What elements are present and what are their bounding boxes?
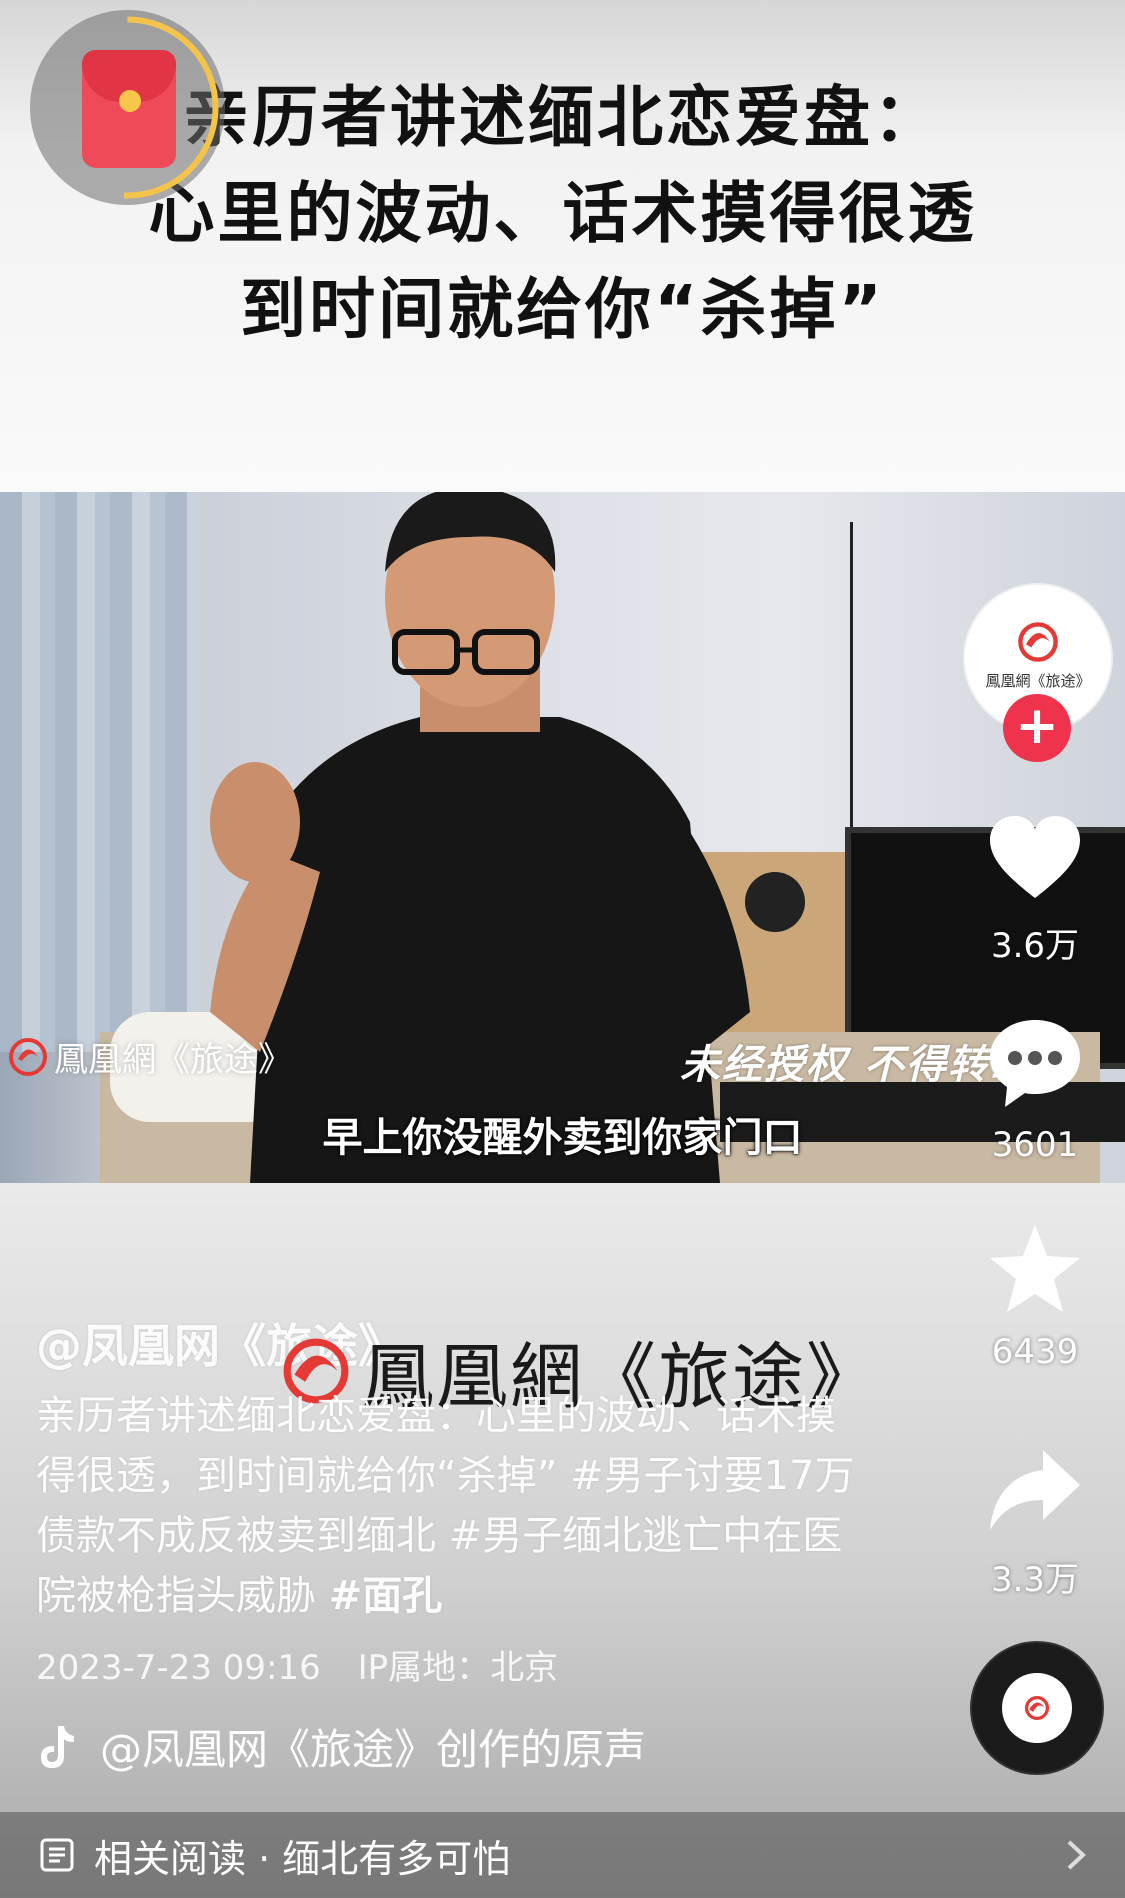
favorite-star-icon[interactable] (985, 1220, 1085, 1320)
like-count: 3.6万 (990, 926, 1080, 966)
video-subtitle: 早上你没醒外卖到你家门口 (322, 1114, 803, 1161)
music-info[interactable]: @凤凰网《旅途》创作的原声 (36, 1716, 646, 1777)
comment-icon[interactable] (985, 1012, 1085, 1112)
headline-line-3: 到时间就给你“杀掉” (240, 271, 885, 348)
like-heart-icon[interactable] (985, 810, 1085, 910)
share-count: 3.3万 (990, 1560, 1080, 1600)
post-description: 亲历者讲述缅北恋爱盘：心里的波动、话术摸得很透，到时间就给你“杀掉” #男子讨要… (36, 1386, 866, 1626)
post-date: 2023-7-23 09:16 (36, 1648, 321, 1688)
video-watermark-right: 未经授权 不得转载 (680, 1042, 1032, 1088)
hashtag-3[interactable]: #面孔 (329, 1573, 443, 1619)
red-packet-icon (82, 50, 176, 168)
related-reading-label: 相关阅读 · 缅北有多可怕 (94, 1836, 511, 1881)
post-ip-location: IP属地：北京 (357, 1648, 559, 1688)
music-disc[interactable] (972, 1643, 1102, 1773)
music-title: @凤凰网《旅途》创作的原声 (100, 1725, 647, 1774)
post-meta: 2023-7-23 09:16 IP属地：北京 (36, 1640, 584, 1689)
watermark-left-text: 鳳凰網《旅途》 (54, 1040, 292, 1080)
share-arrow-icon[interactable] (985, 1440, 1085, 1540)
related-reading-bar[interactable]: 相关阅读 · 缅北有多可怕 (0, 1812, 1125, 1898)
tiktok-note-icon (41, 1725, 74, 1768)
avatar-text: 鳳凰網《旅途》 (985, 672, 1091, 690)
phoenix-logo-icon (1018, 622, 1058, 662)
video-watermark-left: 鳳凰網《旅途》 (8, 1032, 292, 1081)
article-list-icon (40, 1838, 74, 1872)
phoenix-logo-icon (9, 1037, 47, 1076)
phoenix-logo-icon (1024, 1695, 1050, 1721)
comment-count: 3601 (991, 1125, 1079, 1165)
chevron-right-icon (1067, 1840, 1086, 1870)
favorite-count: 6439 (991, 1332, 1079, 1372)
red-packet-widget[interactable] (30, 10, 225, 205)
follow-button[interactable]: + (1003, 694, 1071, 762)
video-frame[interactable]: 鳳凰網《旅途》 未经授权 不得转载 (0, 492, 1125, 1183)
